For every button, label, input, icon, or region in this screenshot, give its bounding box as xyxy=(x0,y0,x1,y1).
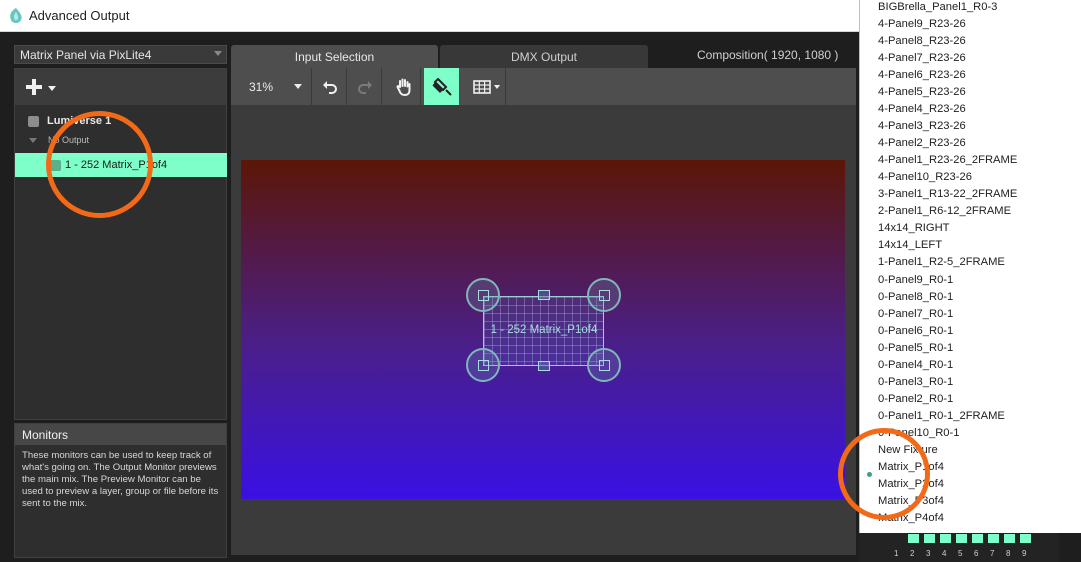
add-fixture-button[interactable] xyxy=(25,78,57,98)
canvas-fixture-label: 1 - 252 Matrix_P1of4 xyxy=(490,324,598,336)
resize-handle-bottom-left[interactable] xyxy=(466,348,500,382)
zoom-value: 31% xyxy=(249,80,274,94)
channel-number: 9 xyxy=(1022,549,1027,558)
undo-button[interactable] xyxy=(313,68,347,105)
monitors-panel: Monitors These monitors can be used to k… xyxy=(14,423,227,558)
fixture-list-item[interactable]: 0-Panel3_R0-1 xyxy=(878,376,953,388)
channel-number: 5 xyxy=(958,549,963,558)
grid-icon xyxy=(473,79,500,94)
fixture-list-item[interactable]: 4-Panel9_R23-26 xyxy=(878,18,966,30)
annotation-circle-list xyxy=(838,428,930,520)
fixture-list-item[interactable]: 4-Panel8_R23-26 xyxy=(878,35,966,47)
lumiverse-checkbox[interactable] xyxy=(28,116,39,127)
fixture-list-item[interactable]: 14x14_LEFT xyxy=(878,239,942,251)
resize-handle-top-right[interactable] xyxy=(587,278,621,312)
fixture-list-item[interactable]: 14x14_RIGHT xyxy=(878,222,950,234)
fixture-list-item[interactable]: 4-Panel3_R23-26 xyxy=(878,120,966,132)
fixture-list-item[interactable]: 1-Panel1_R2-5_2FRAME xyxy=(878,256,1005,268)
tree-toolbar xyxy=(15,69,226,105)
channel-cell[interactable] xyxy=(908,534,919,543)
channel-cell[interactable] xyxy=(988,534,999,543)
channel-number: 8 xyxy=(1006,549,1011,558)
fixture-list-item[interactable]: 3-Panel1_R13-22_2FRAME xyxy=(878,188,1017,200)
channel-number: 3 xyxy=(926,549,931,558)
channel-cell[interactable] xyxy=(924,534,935,543)
tab-input-selection[interactable]: Input Selection xyxy=(231,45,438,68)
window-title: Advanced Output xyxy=(29,8,130,23)
app-logo-icon xyxy=(10,8,22,23)
fixture-list-item[interactable]: 4-Panel10_R23-26 xyxy=(878,171,972,183)
resize-handle-bottom-right[interactable] xyxy=(587,348,621,382)
channel-number: 1 xyxy=(894,549,899,558)
monitors-title: Monitors xyxy=(15,424,226,445)
fixture-list-item[interactable]: 0-Panel2_R0-1 xyxy=(878,393,953,405)
fixture-list-item[interactable]: 0-Panel1_R0-1_2FRAME xyxy=(878,410,1005,422)
composition-size: Composition( 1920, 1080 ) xyxy=(697,48,839,62)
fixture-list-item[interactable]: 0-Panel6_R0-1 xyxy=(878,325,953,337)
redo-button[interactable] xyxy=(348,68,382,105)
fixture-list-item[interactable]: 0-Panel8_R0-1 xyxy=(878,291,953,303)
channel-number: 7 xyxy=(990,549,995,558)
monitors-description: These monitors can be used to keep track… xyxy=(22,450,219,509)
snap-icon xyxy=(432,77,452,96)
fixture-list-item[interactable]: 4-Panel1_R23-26_2FRAME xyxy=(878,154,1017,166)
channel-cell[interactable] xyxy=(972,534,983,543)
output-device-select[interactable]: Matrix Panel via PixLite4 xyxy=(14,45,227,64)
channel-cell[interactable] xyxy=(1020,534,1031,543)
fixture-list-item[interactable]: 0-Panel4_R0-1 xyxy=(878,359,953,371)
fixture-list-item[interactable]: 2-Panel1_R6-12_2FRAME xyxy=(878,205,1011,217)
zoom-select[interactable]: 31% xyxy=(231,68,312,105)
annotation-circle-tree xyxy=(46,111,153,218)
resize-handle-bottom[interactable] xyxy=(538,361,550,371)
fixture-list-item[interactable]: 4-Panel2_R23-26 xyxy=(878,137,966,149)
grid-menu-button[interactable] xyxy=(469,68,506,105)
chevron-down-icon xyxy=(294,84,302,89)
fixture-list-item[interactable]: 0-Panel7_R0-1 xyxy=(878,308,953,320)
snap-tool-button[interactable] xyxy=(424,68,459,105)
fixture-list-item[interactable]: 4-Panel5_R23-26 xyxy=(878,86,966,98)
channel-number: 6 xyxy=(974,549,979,558)
channel-cell[interactable] xyxy=(1004,534,1015,543)
resize-handle-top-left[interactable] xyxy=(466,278,500,312)
plus-icon xyxy=(25,78,43,96)
tab-dmx-output[interactable]: DMX Output xyxy=(440,45,648,68)
output-device-value: Matrix Panel via PixLite4 xyxy=(20,48,152,62)
fixture-list-item[interactable]: 0-Panel5_R0-1 xyxy=(878,342,953,354)
chevron-down-icon xyxy=(48,86,56,91)
canvas-toolbar: 31% xyxy=(231,68,856,105)
fixture-list-item[interactable]: 4-Panel4_R23-26 xyxy=(878,103,966,115)
channel-number: 2 xyxy=(910,549,915,558)
fixture-list-item[interactable]: 4-Panel7_R23-26 xyxy=(878,52,966,64)
hand-icon xyxy=(396,78,411,96)
undo-icon xyxy=(322,80,337,94)
channel-strip: 1 2 3 4 5 6 7 8 9 xyxy=(859,533,1059,562)
channel-cell[interactable] xyxy=(940,534,951,543)
redo-icon xyxy=(357,80,372,94)
pan-tool-button[interactable] xyxy=(388,68,421,105)
fixture-list-item[interactable]: 4-Panel6_R23-26 xyxy=(878,69,966,81)
resize-handle-top[interactable] xyxy=(538,290,550,300)
channel-cell[interactable] xyxy=(956,534,967,543)
fixture-list-item[interactable]: 0-Panel9_R0-1 xyxy=(878,274,953,286)
channel-number: 4 xyxy=(942,549,947,558)
expand-arrow-icon[interactable] xyxy=(29,138,37,143)
chevron-down-icon xyxy=(214,51,222,56)
fixture-list-item[interactable]: BIGBrella_Panel1_R0-3 xyxy=(878,1,997,13)
